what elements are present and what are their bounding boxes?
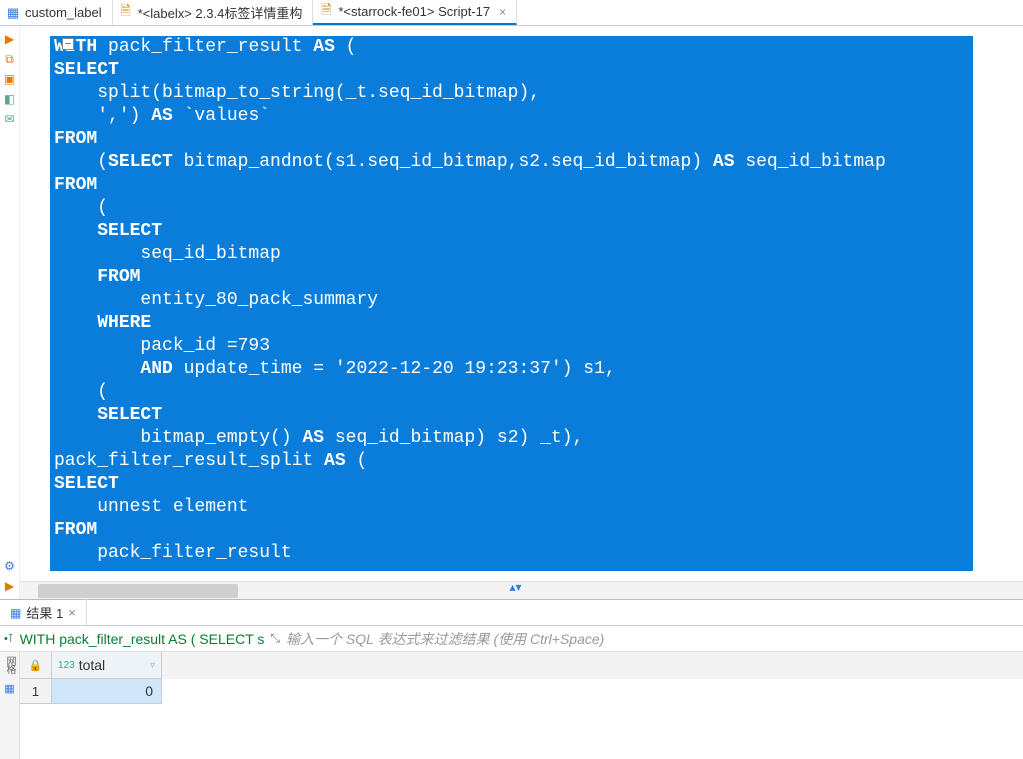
table-icon: ▦ — [6, 6, 20, 20]
tab-script17[interactable]: 🗎 *<starrock-fe01> Script-17 × — [313, 0, 517, 25]
close-icon[interactable]: × — [499, 5, 506, 19]
toolbar-icon[interactable]: ✉ — [3, 112, 17, 126]
sql-preview: WITH pack_filter_result AS ( SELECT s — [20, 631, 265, 647]
grid-mode-bar: 网格 ▦ — [0, 652, 20, 759]
sql-icon: 🗎 — [319, 5, 333, 19]
fold-icon[interactable]: − — [62, 38, 74, 50]
filter-input[interactable]: 输入一个 SQL 表达式来过滤结果 (使用 Ctrl+Space) — [286, 629, 1019, 649]
sql-icon: 🗎 — [119, 6, 133, 20]
results-panel: ▦ 结果 1 × •⊺ WITH pack_filter_result AS (… — [0, 599, 1023, 759]
horizontal-scrollbar[interactable]: ▴▾ — [20, 581, 1023, 599]
type-badge: 123 — [58, 660, 75, 671]
sash-handle-icon[interactable]: ▴▾ — [509, 580, 521, 594]
close-icon[interactable]: × — [68, 605, 76, 620]
tab-custom-label[interactable]: ▦ custom_label — [0, 0, 113, 25]
column-header-total[interactable]: 123 total ▿ — [52, 652, 162, 679]
cell-total[interactable]: 0 — [52, 679, 162, 704]
table-row[interactable]: 1 0 — [20, 679, 1023, 704]
sql-prefix-icon: •⊺ — [4, 632, 14, 645]
toolbar-icon[interactable]: ◧ — [3, 92, 17, 106]
left-toolbar: ▶ ⧉ ▣ ◧ ✉ ⚙ ▶ — [0, 26, 20, 599]
toolbar-icon[interactable]: ▶ — [3, 579, 17, 593]
toolbar-icon[interactable]: ▣ — [3, 72, 17, 86]
tab-label: custom_label — [25, 5, 102, 20]
grid-icon: ▦ — [10, 606, 21, 620]
lock-icon: 🔒 — [29, 659, 43, 672]
result-tab-label: 结果 1 — [26, 603, 63, 622]
toolbar-icon[interactable]: ⧉ — [3, 52, 17, 66]
result-tab-1[interactable]: ▦ 结果 1 × — [0, 599, 87, 626]
expand-icon[interactable]: ⤡ — [270, 631, 280, 646]
column-name: total — [79, 657, 105, 673]
scrollbar-thumb[interactable] — [38, 584, 238, 598]
grid-mode-label[interactable]: 网格 — [2, 656, 17, 672]
editor-tabs: ▦ custom_label 🗎 *<labelx> 2.3.4标签详情重构 🗎… — [0, 0, 1023, 26]
tab-label: *<starrock-fe01> Script-17 — [338, 4, 490, 19]
tab-labelx[interactable]: 🗎 *<labelx> 2.3.4标签详情重构 — [113, 0, 314, 25]
tab-label: *<labelx> 2.3.4标签详情重构 — [138, 3, 303, 22]
row-number: 1 — [20, 679, 52, 704]
grid-corner: 🔒 — [20, 652, 52, 679]
grid-icon[interactable]: ▦ — [4, 682, 14, 695]
gear-icon[interactable]: ⚙ — [3, 559, 17, 573]
filter-icon[interactable]: ▿ — [150, 660, 155, 671]
results-grid[interactable]: 🔒 123 total ▿ 1 0 — [20, 652, 1023, 759]
toolbar-icon[interactable]: ▶ — [3, 32, 17, 46]
sql-editor[interactable]: − WITH pack_filter_result AS ( SELECT sp… — [20, 26, 1023, 581]
